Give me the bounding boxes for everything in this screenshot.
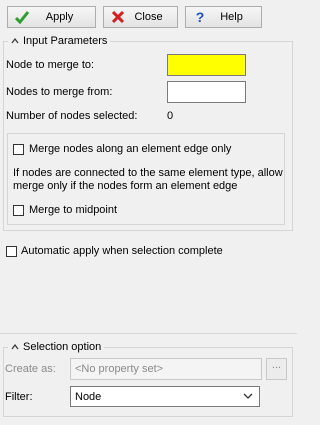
- filter-label: Filter:: [5, 391, 33, 403]
- collapse-chevron-icon: [11, 344, 19, 350]
- help-button[interactable]: ? Help: [185, 6, 262, 28]
- node-to-merge-to-label: Node to merge to:: [6, 59, 95, 71]
- checkmark-icon: [14, 9, 30, 25]
- browse-button-label: ...: [271, 359, 282, 371]
- close-icon: [110, 9, 126, 25]
- close-button-label: Close: [134, 11, 163, 23]
- info-text-line2: merge only if the nodes form an element …: [13, 180, 238, 192]
- apply-button-label: Apply: [45, 11, 74, 23]
- merge-to-midpoint-label[interactable]: Merge to midpoint: [29, 204, 117, 216]
- close-button[interactable]: Close: [103, 6, 178, 28]
- nodes-to-merge-from-field[interactable]: [167, 81, 246, 103]
- number-selected-label: Number of nodes selected:: [6, 110, 138, 122]
- info-text-line1: If nodes are connected to the same eleme…: [13, 167, 283, 179]
- chevron-down-icon: [243, 393, 253, 399]
- input-parameters-title: Input Parameters: [23, 35, 108, 47]
- selection-option-title: Selection option: [23, 341, 102, 353]
- merge-along-edge-checkbox[interactable]: [13, 144, 24, 155]
- number-selected-value: 0: [167, 110, 174, 122]
- filter-select[interactable]: Node: [70, 386, 260, 407]
- nodes-to-merge-from-label: Nodes to merge from:: [6, 86, 113, 98]
- create-as-placeholder: <No property set>: [75, 363, 164, 375]
- help-icon: ?: [195, 9, 205, 25]
- browse-button[interactable]: ...: [266, 358, 287, 380]
- merge-to-midpoint-checkbox[interactable]: [13, 205, 24, 216]
- filter-select-value: Node: [75, 390, 102, 403]
- merge-along-edge-label[interactable]: Merge nodes along an element edge only: [29, 143, 231, 155]
- create-as-label: Create as:: [5, 363, 56, 375]
- apply-button[interactable]: Apply: [7, 6, 96, 28]
- section-divider: [0, 333, 297, 334]
- collapse-chevron-icon: [11, 38, 19, 44]
- selection-option-header[interactable]: Selection option: [8, 341, 105, 353]
- node-to-merge-to-field[interactable]: [167, 54, 246, 76]
- help-button-label: Help: [220, 11, 243, 23]
- auto-apply-label[interactable]: Automatic apply when selection complete: [21, 245, 223, 257]
- input-parameters-header[interactable]: Input Parameters: [8, 35, 111, 47]
- auto-apply-checkbox[interactable]: [6, 246, 17, 257]
- create-as-field: <No property set>: [70, 358, 262, 380]
